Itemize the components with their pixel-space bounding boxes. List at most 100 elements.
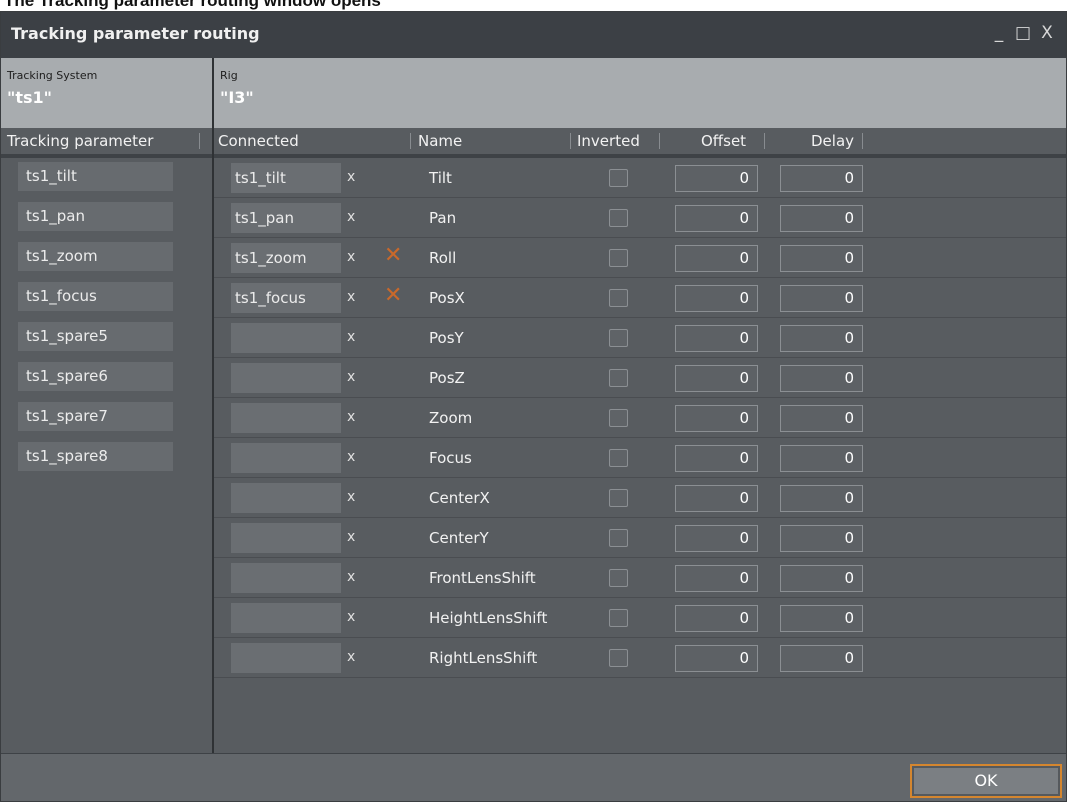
offset-input[interactable]: 0 xyxy=(675,565,758,592)
inverted-checkbox[interactable] xyxy=(609,609,628,627)
offset-input[interactable]: 0 xyxy=(675,485,758,512)
offset-input[interactable]: 0 xyxy=(675,605,758,632)
delay-input[interactable]: 0 xyxy=(780,165,863,192)
inverted-checkbox[interactable] xyxy=(609,529,628,547)
offset-input[interactable]: 0 xyxy=(675,245,758,272)
disconnect-button[interactable]: x xyxy=(347,447,361,467)
header-offset: Offset xyxy=(701,132,747,150)
inverted-checkbox[interactable] xyxy=(609,569,628,587)
offset-input[interactable]: 0 xyxy=(675,405,758,432)
tracking-parameter-item[interactable]: ts1_spare7 xyxy=(18,402,173,431)
inverted-checkbox[interactable] xyxy=(609,489,628,507)
offset-input[interactable]: 0 xyxy=(675,165,758,192)
tracking-parameter-item[interactable]: ts1_zoom xyxy=(18,242,173,271)
delay-input[interactable]: 0 xyxy=(780,205,863,232)
inverted-checkbox[interactable] xyxy=(609,249,628,267)
delay-input[interactable]: 0 xyxy=(780,645,863,672)
disconnect-button[interactable]: x xyxy=(347,207,361,227)
maximize-icon[interactable]: □ xyxy=(1014,22,1032,44)
disconnect-button[interactable]: x xyxy=(347,567,361,587)
table-row: x Zoom 0 0 xyxy=(214,398,1066,438)
connected-field[interactable]: ts1_pan xyxy=(231,203,341,233)
offset-input[interactable]: 0 xyxy=(675,205,758,232)
disconnect-button[interactable]: x xyxy=(347,647,361,667)
ok-button[interactable]: OK xyxy=(910,764,1062,798)
inverted-checkbox[interactable] xyxy=(609,209,628,227)
connected-field[interactable] xyxy=(231,523,341,553)
disconnect-button[interactable]: x xyxy=(347,287,361,307)
delay-input[interactable]: 0 xyxy=(780,325,863,352)
window-controls: _ □ X xyxy=(990,22,1056,44)
delay-input[interactable]: 0 xyxy=(780,525,863,552)
close-icon[interactable]: X xyxy=(1038,22,1056,44)
offset-input[interactable]: 0 xyxy=(675,325,758,352)
delay-input[interactable]: 0 xyxy=(780,605,863,632)
offset-input[interactable]: 0 xyxy=(675,445,758,472)
inverted-checkbox[interactable] xyxy=(609,449,628,467)
warning-cross-icon: ✕ xyxy=(384,283,403,308)
connected-field[interactable] xyxy=(231,563,341,593)
connected-field[interactable] xyxy=(231,363,341,393)
window-title: Tracking parameter routing xyxy=(11,24,260,43)
connected-field[interactable]: ts1_focus xyxy=(231,283,341,313)
disconnect-button[interactable]: x xyxy=(347,327,361,347)
inverted-checkbox[interactable] xyxy=(609,169,628,187)
tracking-parameter-item[interactable]: ts1_spare6 xyxy=(18,362,173,391)
table-row: ts1_pan x Pan 0 0 xyxy=(214,198,1066,238)
delay-input[interactable]: 0 xyxy=(780,365,863,392)
disconnect-button[interactable]: x xyxy=(347,527,361,547)
inverted-checkbox[interactable] xyxy=(609,409,628,427)
rig-panel: Rig "I3" xyxy=(214,58,1066,128)
disconnect-button[interactable]: x xyxy=(347,487,361,507)
parameter-name: RightLensShift xyxy=(429,649,538,667)
offset-input[interactable]: 0 xyxy=(675,645,758,672)
tracking-parameter-item[interactable]: ts1_pan xyxy=(18,202,173,231)
table-row: x HeightLensShift 0 0 xyxy=(214,598,1066,638)
header-tracking-parameter: Tracking parameter xyxy=(7,132,154,150)
minimize-icon[interactable]: _ xyxy=(990,22,1008,44)
parameter-name: Focus xyxy=(429,449,472,467)
connected-field[interactable]: ts1_zoom xyxy=(231,243,341,273)
warning-cross-icon: ✕ xyxy=(384,243,403,268)
inverted-checkbox[interactable] xyxy=(609,289,628,307)
table-row: x PosY 0 0 xyxy=(214,318,1066,358)
inverted-checkbox[interactable] xyxy=(609,369,628,387)
connected-field[interactable] xyxy=(231,323,341,353)
header-bar xyxy=(1,154,212,158)
tracking-parameter-item[interactable]: ts1_spare8 xyxy=(18,442,173,471)
tracking-parameter-item[interactable]: ts1_spare5 xyxy=(18,322,173,351)
delay-input[interactable]: 0 xyxy=(780,485,863,512)
parameter-name: CenterX xyxy=(429,489,490,507)
disconnect-button[interactable]: x xyxy=(347,407,361,427)
header-inverted: Inverted xyxy=(577,132,640,150)
offset-input[interactable]: 0 xyxy=(675,525,758,552)
disconnect-button[interactable]: x xyxy=(347,247,361,267)
connected-field[interactable] xyxy=(231,403,341,433)
header-separator xyxy=(410,133,411,149)
table-row: x Focus 0 0 xyxy=(214,438,1066,478)
connected-field[interactable]: ts1_tilt xyxy=(231,163,341,193)
delay-input[interactable]: 0 xyxy=(780,285,863,312)
disconnect-button[interactable]: x xyxy=(347,607,361,627)
tracking-system-label: Tracking System xyxy=(7,69,98,82)
inverted-checkbox[interactable] xyxy=(609,649,628,667)
rig-label: Rig xyxy=(220,69,238,82)
tracking-parameter-item[interactable]: ts1_tilt xyxy=(18,162,173,191)
delay-input[interactable]: 0 xyxy=(780,405,863,432)
connected-field[interactable] xyxy=(231,443,341,473)
disconnect-button[interactable]: x xyxy=(347,167,361,187)
delay-input[interactable]: 0 xyxy=(780,565,863,592)
parameter-name: Zoom xyxy=(429,409,473,427)
tracking-parameter-item[interactable]: ts1_focus xyxy=(18,282,173,311)
connected-field[interactable] xyxy=(231,603,341,633)
parameter-name: Roll xyxy=(429,249,457,267)
inverted-checkbox[interactable] xyxy=(609,329,628,347)
tracking-system-value: "ts1" xyxy=(7,88,52,107)
connected-field[interactable] xyxy=(231,483,341,513)
offset-input[interactable]: 0 xyxy=(675,365,758,392)
delay-input[interactable]: 0 xyxy=(780,445,863,472)
disconnect-button[interactable]: x xyxy=(347,367,361,387)
offset-input[interactable]: 0 xyxy=(675,285,758,312)
delay-input[interactable]: 0 xyxy=(780,245,863,272)
connected-field[interactable] xyxy=(231,643,341,673)
